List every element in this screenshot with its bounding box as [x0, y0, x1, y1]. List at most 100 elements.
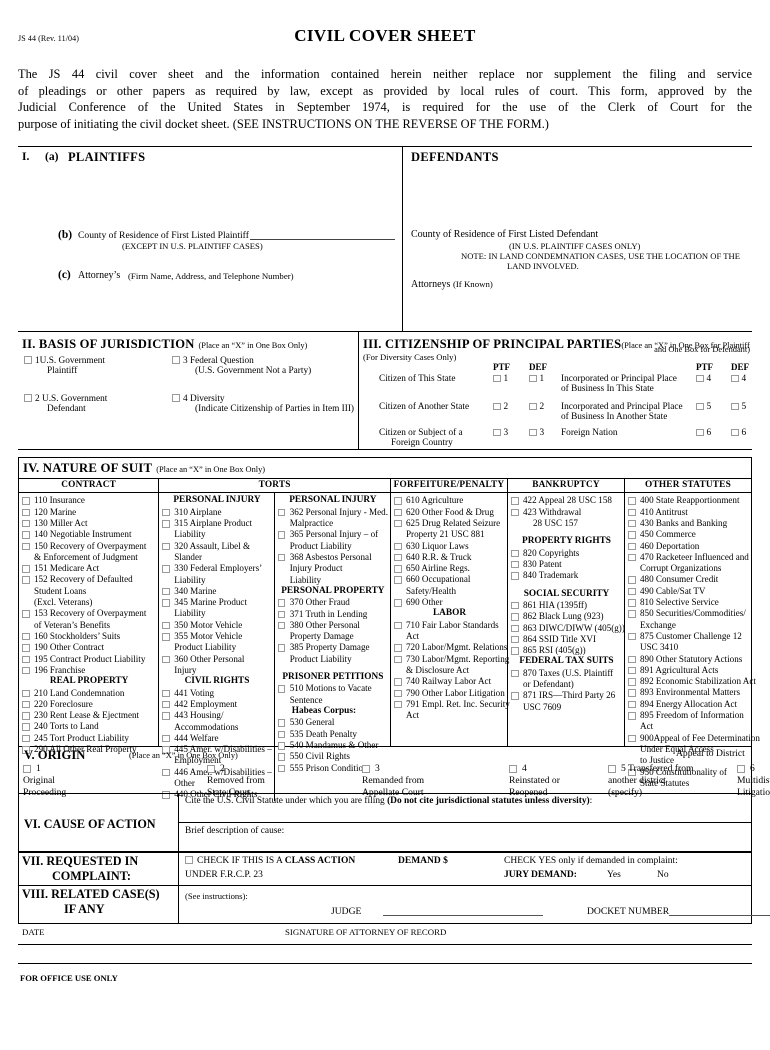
nature-of-suit-item[interactable]: 460 Deportation [628, 541, 749, 552]
origin-option-1[interactable]: 1 Original Proceeding [23, 763, 66, 798]
nature-of-suit-checkbox[interactable] [22, 508, 30, 517]
nature-of-suit-item[interactable]: 510 Motions to Vacate [277, 683, 388, 694]
nature-of-suit-checkbox[interactable] [162, 508, 170, 517]
nature-of-suit-checkbox[interactable] [511, 624, 519, 633]
nature-of-suit-checkbox[interactable] [277, 719, 286, 727]
nature-of-suit-item[interactable]: 660 Occupational [394, 574, 505, 585]
nature-of-suit-checkbox[interactable] [628, 700, 636, 709]
nature-of-suit-item[interactable]: 370 Other Fraud [277, 597, 388, 608]
nature-of-suit-item[interactable]: 450 Commerce [628, 529, 749, 540]
nature-of-suit-checkbox[interactable] [511, 572, 519, 580]
nature-of-suit-item[interactable]: 630 Liquor Laws [394, 541, 505, 552]
nature-of-suit-checkbox[interactable] [22, 497, 30, 505]
nature-of-suit-item[interactable]: 210 Land Condemnation [22, 688, 156, 699]
origin-number-row-4[interactable]: 4 [509, 763, 560, 775]
nature-of-suit-item[interactable]: 355 Motor Vehicle [162, 631, 272, 642]
nature-of-suit-item[interactable]: 190 Other Contract [22, 642, 156, 653]
brief-description-row[interactable]: Brief description of cause: [179, 823, 751, 851]
nature-of-suit-checkbox[interactable] [162, 520, 170, 528]
citizenship-right-def-checkbox-1[interactable] [731, 374, 739, 383]
nature-of-suit-item[interactable]: 380 Other Personal [277, 620, 388, 631]
nature-of-suit-item[interactable]: 861 HIA (1395ff) [511, 600, 622, 611]
citizenship-def-checkbox-2[interactable] [529, 402, 537, 411]
nature-of-suit-checkbox[interactable] [394, 655, 402, 664]
nature-of-suit-item[interactable]: 110 Insurance [22, 495, 156, 506]
jurisdiction-option-1[interactable]: 1U.S. Government Plaintiff [24, 356, 105, 376]
jurisdiction-option-2[interactable]: 2 U.S. Government Defendant [24, 394, 107, 414]
nature-of-suit-checkbox[interactable] [511, 635, 519, 644]
nature-of-suit-item[interactable]: 410 Antitrust [628, 507, 749, 518]
nature-of-suit-item[interactable]: 422 Appeal 28 USC 158 [511, 495, 622, 506]
origin-number-row-3[interactable]: 3 [362, 763, 424, 775]
signature-label[interactable]: SIGNATURE OF ATTORNEY OF RECORD [285, 927, 446, 937]
nature-of-suit-item[interactable]: 650 Airline Regs. [394, 563, 505, 574]
nature-of-suit-checkbox[interactable] [511, 613, 519, 621]
origin-number-row-6[interactable]: 6 [737, 763, 770, 775]
nature-of-suit-item[interactable]: 893 Environmental Matters [628, 687, 749, 698]
nature-of-suit-checkbox[interactable] [162, 542, 170, 551]
nature-of-suit-item[interactable]: 690 Other [394, 597, 505, 608]
nature-of-suit-item[interactable]: 245 Tort Product Liability [22, 733, 156, 744]
nature-of-suit-item[interactable]: 430 Banks and Banking [628, 518, 749, 529]
nature-of-suit-item[interactable]: 865 RSI (405(g)) [511, 645, 622, 656]
nature-of-suit-checkbox[interactable] [162, 655, 170, 664]
nature-of-suit-checkbox[interactable] [22, 712, 30, 720]
nature-of-suit-item[interactable]: 530 General [277, 717, 388, 728]
citizenship-left-def-2[interactable]: 2 [529, 402, 544, 412]
nature-of-suit-checkbox[interactable] [277, 685, 286, 693]
nature-of-suit-checkbox[interactable] [394, 689, 402, 698]
nature-of-suit-item[interactable]: 152 Recovery of Defaulted [22, 574, 156, 585]
county-plaintiff-input[interactable] [250, 239, 395, 241]
nature-of-suit-checkbox[interactable] [162, 587, 170, 596]
origin-checkbox-2[interactable] [207, 765, 215, 774]
citizenship-right-ptf-3[interactable]: 6 [696, 428, 711, 438]
nature-of-suit-checkbox[interactable] [394, 599, 402, 607]
nature-of-suit-item[interactable]: 480 Consumer Credit [628, 574, 749, 585]
nature-of-suit-checkbox[interactable] [22, 666, 30, 675]
nature-of-suit-checkbox[interactable] [511, 669, 519, 678]
nature-of-suit-checkbox[interactable] [277, 621, 286, 630]
nature-of-suit-checkbox[interactable] [628, 734, 636, 743]
nature-of-suit-item[interactable]: 120 Marine [22, 507, 156, 518]
nature-of-suit-item[interactable]: 710 Fair Labor Standards [394, 620, 505, 631]
nature-of-suit-checkbox[interactable] [22, 632, 30, 641]
nature-of-suit-checkbox[interactable] [511, 497, 519, 505]
nature-of-suit-checkbox[interactable] [394, 519, 402, 528]
nature-of-suit-checkbox[interactable] [628, 689, 636, 697]
citizenship-ptf-checkbox-2[interactable] [493, 402, 501, 411]
nature-of-suit-item[interactable]: 330 Federal Employers’ [162, 563, 272, 574]
origin-checkbox-5[interactable] [608, 765, 616, 774]
nature-of-suit-checkbox[interactable] [277, 644, 286, 652]
citizenship-right-def-2[interactable]: 5 [731, 402, 746, 412]
nature-of-suit-item[interactable]: 863 DIWC/DIWW (405(g)) [511, 623, 625, 634]
nature-of-suit-checkbox[interactable] [277, 730, 286, 739]
nature-of-suit-checkbox[interactable] [511, 647, 519, 655]
nature-of-suit-item[interactable]: 240 Torts to Land [22, 721, 156, 732]
nature-of-suit-item[interactable]: 620 Other Food & Drug [394, 507, 505, 518]
citizenship-right-def-1[interactable]: 4 [731, 374, 746, 384]
citizenship-right-def-checkbox-2[interactable] [731, 402, 739, 411]
nature-of-suit-item[interactable]: 891 Agricultural Acts [628, 665, 749, 676]
origin-number-row-5[interactable]: 5 Transferred from [608, 763, 693, 775]
nature-of-suit-checkbox[interactable] [22, 689, 30, 698]
nature-of-suit-checkbox[interactable] [277, 508, 286, 517]
nature-of-suit-checkbox[interactable] [628, 531, 636, 539]
nature-of-suit-checkbox[interactable] [22, 700, 30, 709]
nature-of-suit-item[interactable]: 130 Miller Act [22, 518, 156, 529]
jurisdiction-option-4[interactable]: 4 Diversity (Indicate Citizenship of Par… [172, 394, 354, 414]
nature-of-suit-item[interactable]: 160 Stockholders’ Suits [22, 631, 156, 642]
nature-of-suit-item[interactable]: 870 Taxes (U.S. Plaintiff [511, 668, 622, 679]
nature-of-suit-checkbox[interactable] [394, 621, 402, 630]
origin-checkbox-3[interactable] [362, 765, 370, 774]
origin-option-2[interactable]: 2 Removed from State Court [207, 763, 265, 798]
origin-number-row-1[interactable]: 1 [23, 763, 66, 775]
nature-of-suit-item[interactable]: 470 Racketeer Influenced and [628, 552, 749, 563]
nature-of-suit-item[interactable]: 875 Customer Challenge 12 [628, 631, 749, 642]
nature-of-suit-item[interactable]: 625 Drug Related Seizure [394, 518, 505, 529]
nature-of-suit-checkbox[interactable] [22, 723, 30, 731]
nature-of-suit-item[interactable]: 820 Copyrights [511, 548, 622, 559]
nature-of-suit-checkbox[interactable] [511, 560, 519, 569]
nature-of-suit-checkbox[interactable] [277, 599, 286, 607]
nature-of-suit-item[interactable]: 385 Property Damage [277, 642, 388, 653]
jury-yes-option[interactable]: Yes [607, 870, 621, 880]
